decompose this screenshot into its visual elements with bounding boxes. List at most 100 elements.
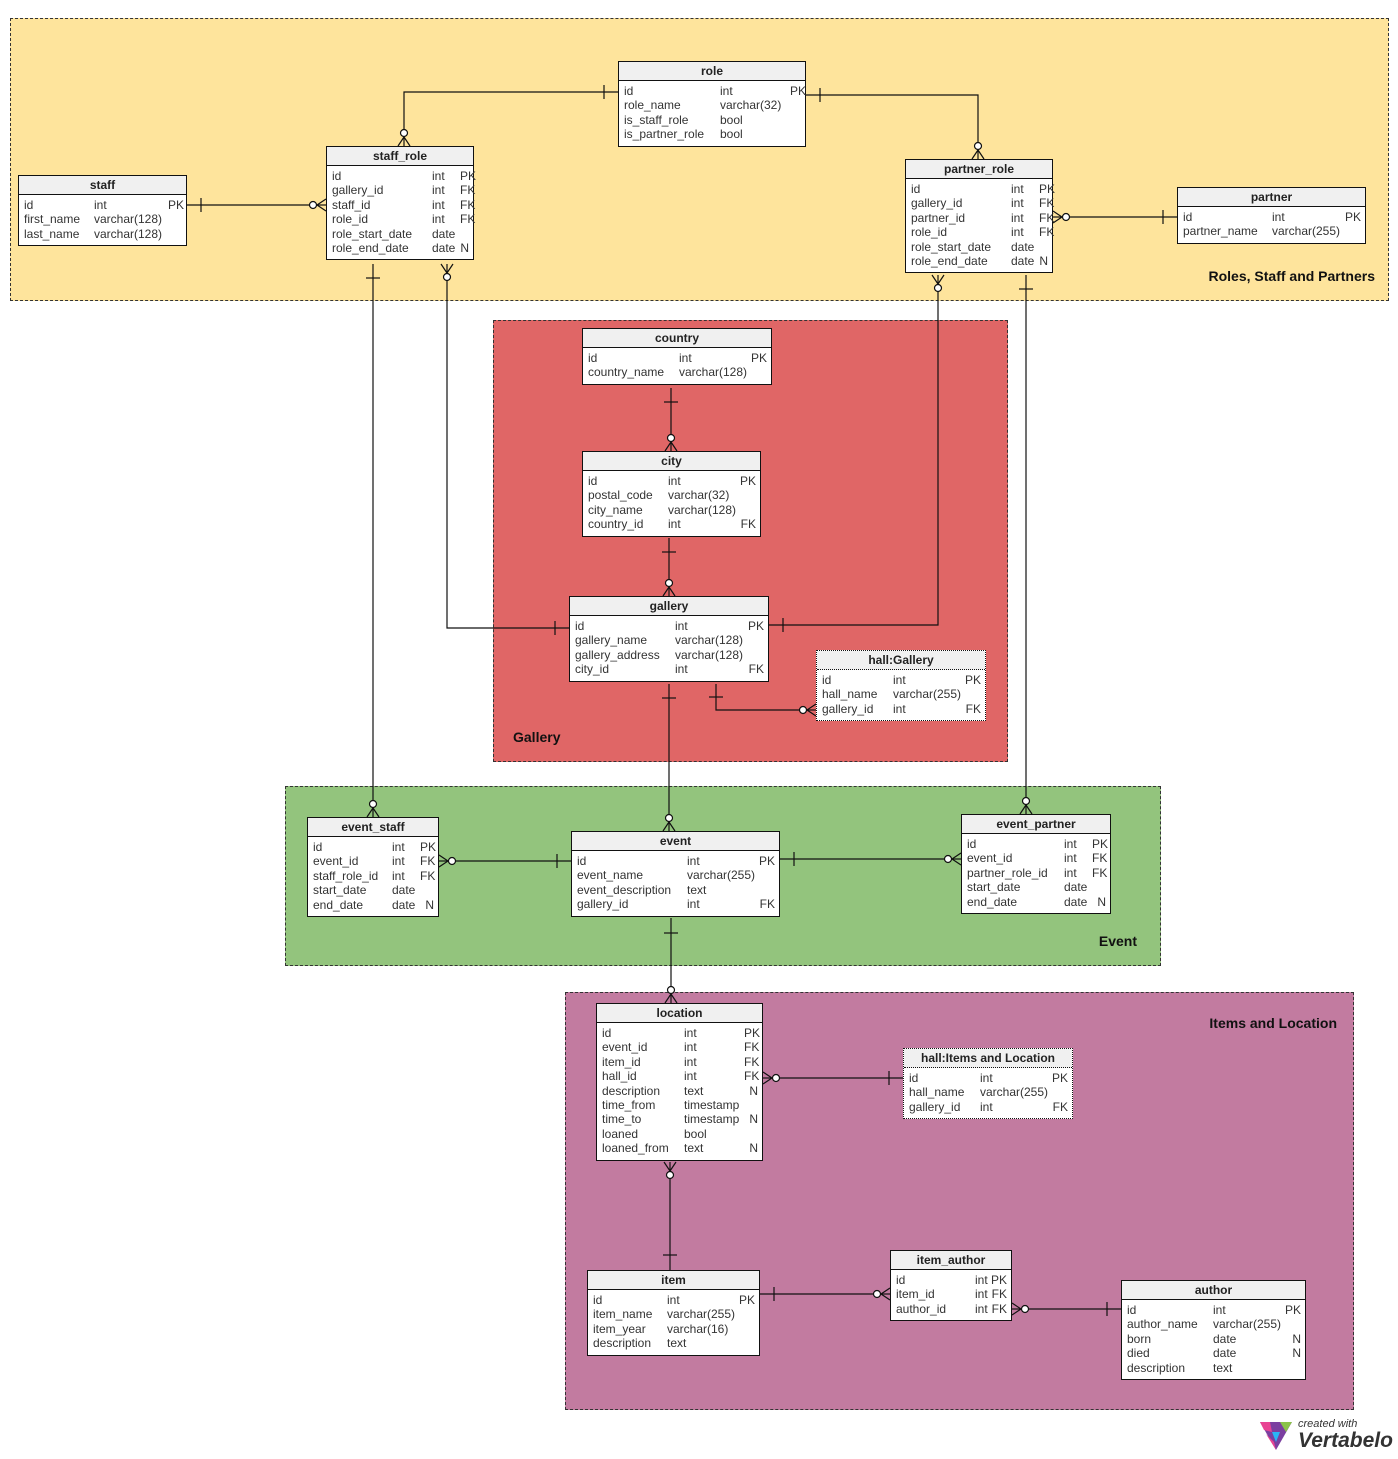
column-row[interactable]: role_start_date date: [911, 240, 1048, 254]
column-row[interactable]: staff_role_id int FK: [313, 869, 435, 883]
column-row[interactable]: role_id int FK: [911, 225, 1054, 239]
column-row[interactable]: id int PK: [588, 474, 756, 488]
column-row[interactable]: description text: [1127, 1361, 1301, 1375]
column-row[interactable]: time_to timestamp N: [602, 1112, 758, 1126]
table-partner[interactable]: partner id int PK partner_name varchar(255): [1177, 187, 1366, 244]
table-location[interactable]: location id int PK event_id int FK item_id int FK…: [596, 1003, 763, 1161]
column-row[interactable]: item_id int FK: [896, 1287, 1007, 1301]
table-hall-items-location[interactable]: hall:Items and Location id int PK hall_name v…: [903, 1048, 1073, 1120]
column-row[interactable]: start_date date: [313, 883, 434, 897]
column-row[interactable]: gallery_id int FK: [911, 196, 1054, 210]
table-staff-role[interactable]: staff_role id int PK gallery_id int FK staff_id…: [326, 146, 476, 261]
column-key: [1050, 1085, 1068, 1099]
column-row[interactable]: postal_code varchar(32): [588, 488, 756, 502]
column-row[interactable]: id int PK: [624, 84, 806, 98]
column-row[interactable]: first_name varchar(128): [24, 212, 182, 226]
table-title: location: [597, 1004, 762, 1023]
column-row[interactable]: gallery_name varchar(128): [575, 633, 764, 647]
column-type: varchar(128): [679, 365, 748, 380]
column-row[interactable]: id int PK: [602, 1026, 760, 1040]
column-row[interactable]: id int PK: [822, 673, 981, 687]
column-row[interactable]: gallery_id int FK: [332, 183, 475, 197]
column-row[interactable]: born date N: [1127, 1332, 1301, 1346]
column-row[interactable]: end_date date N: [313, 898, 434, 912]
column-row[interactable]: staff_id int FK: [332, 198, 475, 212]
column-row[interactable]: item_name varchar(255): [593, 1307, 755, 1321]
column-row[interactable]: time_from timestamp: [602, 1098, 758, 1112]
column-type: int: [1272, 210, 1285, 224]
column-row[interactable]: role_id int FK: [332, 212, 475, 226]
column-row[interactable]: role_name varchar(32): [624, 98, 801, 112]
column-row[interactable]: event_description text: [577, 883, 775, 897]
column-row[interactable]: loaned_from text N: [602, 1141, 758, 1155]
column-row[interactable]: author_name varchar(255): [1127, 1317, 1301, 1331]
column-row[interactable]: role_start_date date: [332, 227, 469, 241]
column-row[interactable]: description text N: [602, 1084, 758, 1098]
column-name: partner_name: [1183, 224, 1258, 239]
table-author[interactable]: author id int PK author_name varchar(255) born…: [1121, 1280, 1306, 1380]
column-row[interactable]: role_end_date date N: [332, 241, 469, 255]
column-row[interactable]: end_date date N: [967, 895, 1106, 909]
column-row[interactable]: author_id int FK: [896, 1302, 1007, 1316]
column-row[interactable]: country_name varchar(128): [588, 365, 767, 379]
column-row[interactable]: is_partner_role bool: [624, 127, 801, 141]
column-row[interactable]: id int PK: [313, 840, 436, 854]
table-staff[interactable]: staff id int PK first_name varchar(128) last_n…: [18, 175, 187, 247]
column-name: gallery_address: [575, 647, 660, 662]
column-row[interactable]: start_date date: [967, 880, 1106, 894]
table-hall-gallery[interactable]: hall:Gallery id int PK hall_name varchar(255)…: [816, 650, 986, 722]
table-event-staff[interactable]: event_staff id int PK event_id int FK staff_rol…: [307, 817, 439, 917]
column-row[interactable]: city_id int FK: [575, 662, 764, 676]
column-row[interactable]: city_name varchar(128): [588, 503, 756, 517]
column-row[interactable]: last_name varchar(128): [24, 227, 182, 241]
column-row[interactable]: gallery_id int FK: [577, 897, 775, 911]
table-item[interactable]: item id int PK item_name varchar(255) item_yea…: [587, 1270, 760, 1356]
column-row[interactable]: id int PK: [909, 1071, 1068, 1085]
column-row[interactable]: id int PK: [967, 837, 1108, 851]
column-row[interactable]: id int PK: [896, 1273, 1007, 1287]
column-row[interactable]: died date N: [1127, 1346, 1301, 1360]
table-city[interactable]: city id int PK postal_code varchar(32) city_na…: [582, 451, 761, 537]
table-role[interactable]: role id int PK role_name varchar(32) is_staff_…: [618, 61, 806, 147]
column-row[interactable]: hall_name varchar(255): [909, 1085, 1068, 1099]
column-row[interactable]: event_name varchar(255): [577, 868, 775, 882]
table-gallery[interactable]: gallery id int PK gallery_name varchar(128) ga…: [569, 596, 769, 682]
column-row[interactable]: hall_id int FK: [602, 1069, 759, 1083]
column-row[interactable]: event_id int FK: [313, 854, 435, 868]
column-row[interactable]: id int PK: [24, 198, 184, 212]
column-row[interactable]: event_id int FK: [967, 851, 1107, 865]
table-item-author[interactable]: item_author id int PK item_id int FK author_id i…: [890, 1250, 1012, 1322]
column-row[interactable]: event_id int FK: [602, 1040, 759, 1054]
column-row[interactable]: id int PK: [593, 1293, 755, 1307]
column-row[interactable]: hall_name varchar(255): [822, 687, 981, 701]
column-row[interactable]: gallery_id int FK: [822, 702, 981, 716]
column-row[interactable]: id int PK: [1127, 1303, 1301, 1317]
column-name: gallery_name: [575, 633, 648, 648]
column-row[interactable]: gallery_id int FK: [909, 1100, 1068, 1114]
column-row[interactable]: id int PK: [575, 619, 764, 633]
column-row[interactable]: id int PK: [332, 169, 476, 183]
column-row[interactable]: id int PK: [911, 182, 1055, 196]
column-type: int: [980, 1099, 993, 1114]
column-row[interactable]: item_year varchar(16): [593, 1322, 755, 1336]
column-row[interactable]: id int PK: [1183, 210, 1361, 224]
column-key: FK: [460, 212, 476, 227]
table-country[interactable]: country id int PK country_name varchar(128): [582, 328, 772, 385]
column-row[interactable]: is_staff_role bool: [624, 113, 801, 127]
column-row[interactable]: role_end_date date N: [911, 254, 1048, 268]
column-row[interactable]: id int PK: [588, 351, 767, 365]
column-row[interactable]: partner_role_id int FK: [967, 866, 1107, 880]
table-partner-role[interactable]: partner_role id int PK gallery_id int FK partne…: [905, 159, 1055, 274]
column-row[interactable]: country_id int FK: [588, 517, 756, 531]
table-event[interactable]: event id int PK event_name varchar(255) event_…: [571, 831, 780, 917]
column-key: [790, 113, 801, 127]
column-key: N: [749, 1141, 758, 1156]
column-row[interactable]: id int PK: [577, 854, 775, 868]
column-row[interactable]: description text: [593, 1336, 755, 1350]
column-row[interactable]: partner_id int FK: [911, 211, 1054, 225]
table-event-partner[interactable]: event_partner id int PK event_id int FK partner…: [961, 814, 1111, 914]
column-row[interactable]: item_id int FK: [602, 1055, 759, 1069]
column-row[interactable]: loaned bool: [602, 1127, 758, 1141]
column-row[interactable]: gallery_address varchar(128): [575, 648, 764, 662]
column-row[interactable]: partner_name varchar(255): [1183, 224, 1361, 238]
